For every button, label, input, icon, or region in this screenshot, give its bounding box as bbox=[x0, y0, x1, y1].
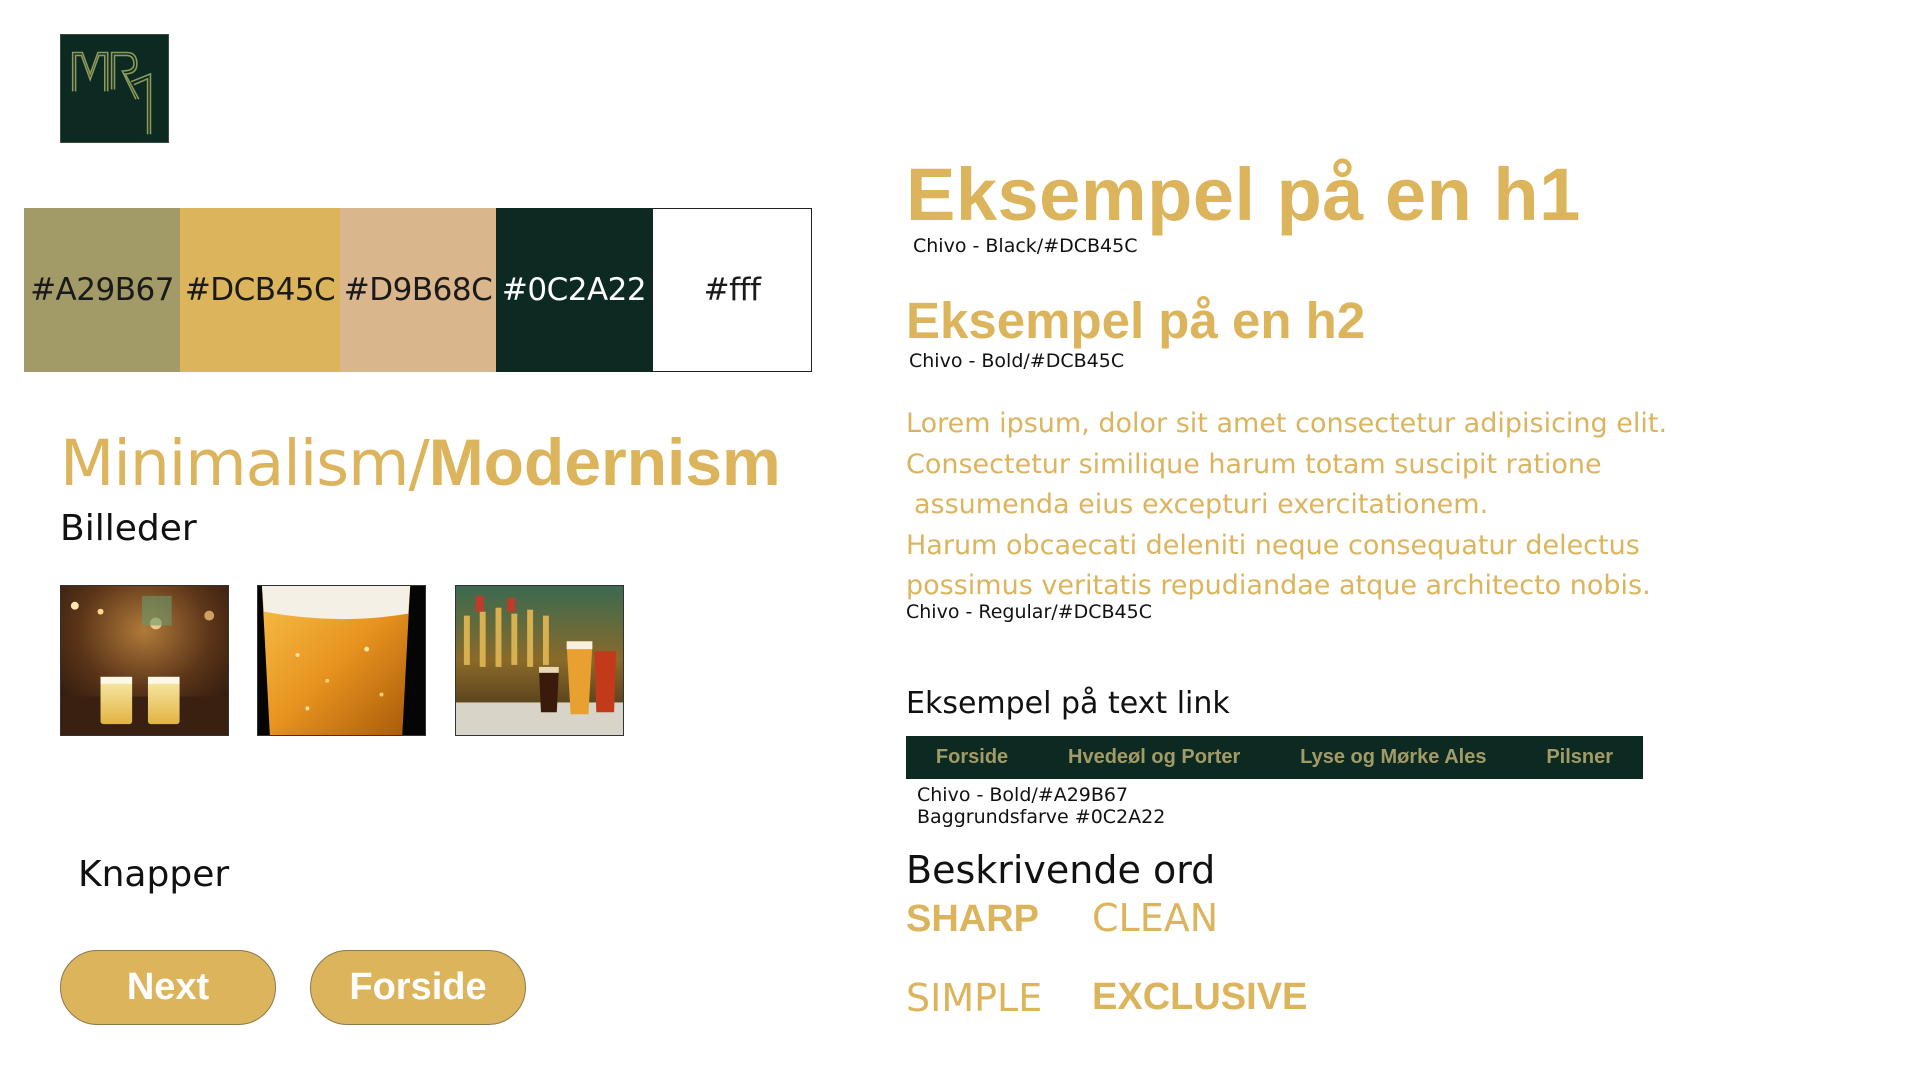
swatch-label: #DCB45C bbox=[184, 272, 336, 308]
style-guide-page: #A29B67 #DCB45C #D9B68C #0C2A22 #fff Min… bbox=[0, 0, 1920, 1080]
nav-caption-font: Chivo - Bold/#A29B67 bbox=[917, 784, 1129, 806]
swatch-label: #0C2A22 bbox=[501, 272, 647, 308]
descriptive-words-label: Beskrivende ord bbox=[906, 848, 1216, 892]
nav-link-lyse-og-morke-ales[interactable]: Lyse og Mørke Ales bbox=[1300, 746, 1486, 769]
paragraph-line: Lorem ipsum, dolor sit amet consectetur … bbox=[906, 408, 1668, 439]
nav-link-pilsner[interactable]: Pilsner bbox=[1546, 746, 1613, 769]
nav-caption-background: Baggrundsfarve #0C2A22 bbox=[917, 806, 1166, 828]
beer-taps-photo bbox=[455, 585, 624, 736]
next-button[interactable]: Next bbox=[60, 950, 276, 1025]
logo-monogram-icon bbox=[71, 51, 152, 135]
images-label: Billeder bbox=[60, 508, 197, 549]
nav-link-hvedeol-og-porter[interactable]: Hvedeøl og Porter bbox=[1068, 746, 1240, 769]
nav-link-forside[interactable]: Forside bbox=[936, 746, 1008, 769]
beer-glasses-bar-photo bbox=[60, 585, 229, 736]
beer-glass-closeup-photo bbox=[257, 585, 426, 736]
style-heading-bold: Modernism bbox=[428, 425, 781, 499]
paragraph-line: assumenda eius excepturi exercitationem. bbox=[914, 489, 1489, 520]
color-palette: #A29B67 #DCB45C #D9B68C #0C2A22 #fff bbox=[24, 208, 812, 372]
paragraph-caption: Chivo - Regular/#DCB45C bbox=[906, 601, 1152, 623]
h1-caption: Chivo - Black/#DCB45C bbox=[913, 235, 1138, 257]
word-clean: CLEAN bbox=[1092, 896, 1219, 940]
buttons-label: Knapper bbox=[78, 854, 230, 895]
swatch-white: #fff bbox=[652, 208, 812, 372]
word-exclusive: EXCLUSIVE bbox=[1092, 976, 1308, 1018]
swatch-label: #fff bbox=[703, 272, 761, 308]
swatch-label: #D9B68C bbox=[343, 272, 493, 308]
paragraph-example: Lorem ipsum, dolor sit amet consectetur … bbox=[906, 404, 1668, 607]
swatch-gold: #DCB45C bbox=[180, 208, 340, 372]
swatch-olive: #A29B67 bbox=[24, 208, 180, 372]
style-heading-thin: Minimalism/ bbox=[60, 427, 430, 500]
swatch-label: #A29B67 bbox=[30, 272, 174, 308]
nav-bar: Forside Hvedeøl og Porter Lyse og Mørke … bbox=[906, 736, 1643, 779]
paragraph-line: Consectetur similique harum totam suscip… bbox=[906, 448, 1602, 480]
text-link-label: Eksempel på text link bbox=[906, 686, 1230, 721]
forside-button[interactable]: Forside bbox=[310, 950, 526, 1025]
swatch-dark-green: #0C2A22 bbox=[496, 208, 652, 372]
paragraph-line: Harum obcaecati deleniti neque consequat… bbox=[906, 529, 1640, 561]
mr-monogram-logo bbox=[60, 34, 169, 143]
swatch-tan: #D9B68C bbox=[340, 208, 496, 372]
h2-example: Eksempel på en h2 bbox=[906, 292, 1366, 349]
word-simple: SIMPLE bbox=[906, 976, 1043, 1020]
h1-example: Eksempel på en h1 bbox=[906, 153, 1581, 236]
word-sharp: SHARP bbox=[906, 898, 1040, 940]
h2-caption: Chivo - Bold/#DCB45C bbox=[909, 350, 1125, 372]
style-heading: Minimalism/Modernism bbox=[60, 422, 781, 504]
